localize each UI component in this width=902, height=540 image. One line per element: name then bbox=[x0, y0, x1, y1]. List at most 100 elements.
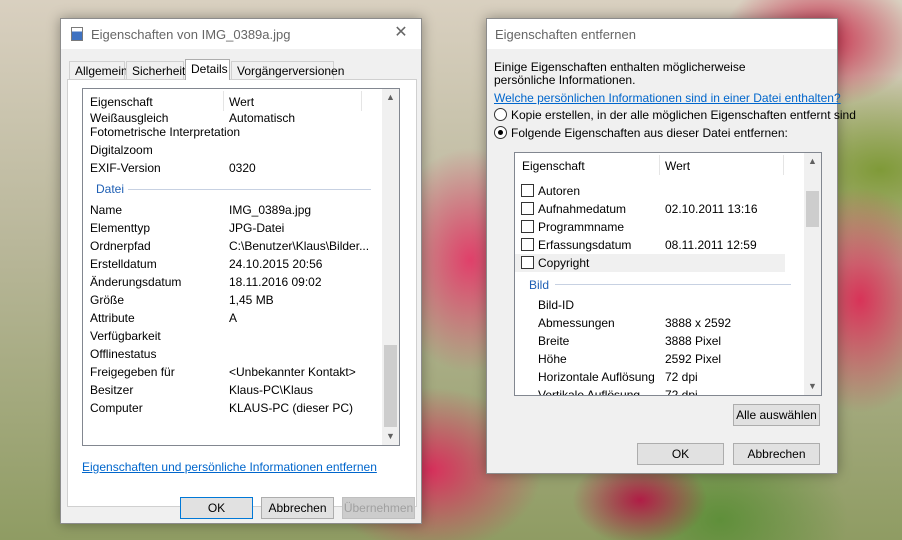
column-header-property[interactable]: Eigenschaft bbox=[522, 159, 585, 173]
list-item[interactable]: Breite 3888 Pixel bbox=[515, 332, 803, 350]
apply-button[interactable]: Übernehmen bbox=[342, 497, 415, 519]
group-divider bbox=[128, 189, 371, 190]
list-item[interactable]: Programmname bbox=[515, 218, 803, 236]
list-item[interactable]: Bild-ID bbox=[515, 296, 803, 314]
list-item[interactable]: Besitzer Klaus-PC\Klaus bbox=[83, 381, 383, 399]
list-item[interactable]: Horizontale Auflösung 72 dpi bbox=[515, 368, 803, 386]
list-item[interactable]: Abmessungen 3888 x 2592 bbox=[515, 314, 803, 332]
list-item[interactable]: Copyright bbox=[515, 254, 785, 272]
group-header-datei: Datei bbox=[96, 182, 125, 196]
property-checkbox[interactable] bbox=[521, 202, 534, 215]
property-checkbox[interactable] bbox=[521, 238, 534, 251]
scroll-down-icon[interactable]: ▼ bbox=[382, 428, 399, 445]
ok-button[interactable]: OK bbox=[180, 497, 253, 519]
list-item[interactable]: Größe 1,45 MB bbox=[83, 291, 383, 309]
scroll-thumb[interactable] bbox=[384, 345, 397, 427]
select-all-button[interactable]: Alle auswählen bbox=[733, 404, 820, 426]
property-name: Erstelldatum bbox=[90, 257, 157, 271]
personal-info-link[interactable]: Welche persönlichen Informationen sind i… bbox=[494, 91, 841, 105]
list-item[interactable]: Freigegeben für <Unbekannter Kontakt> bbox=[83, 363, 383, 381]
vertical-scrollbar[interactable]: ▲ ▼ bbox=[382, 89, 399, 445]
property-name: Digitalzoom bbox=[90, 143, 153, 157]
column-header-property[interactable]: Eigenschaft bbox=[90, 95, 153, 109]
scroll-thumb[interactable] bbox=[806, 191, 819, 227]
removable-property-list[interactable]: Eigenschaft Wert Autoren Aufnahmedatum 0… bbox=[514, 152, 822, 396]
tab-vorgaengerversionen[interactable]: Vorgängerversionen bbox=[231, 61, 344, 79]
property-value: 02.10.2011 13:16 bbox=[665, 202, 758, 216]
scroll-up-icon[interactable]: ▲ bbox=[804, 153, 821, 170]
copy-radio[interactable] bbox=[494, 108, 507, 121]
list-item[interactable]: Name IMG_0389a.jpg bbox=[83, 201, 383, 219]
list-item[interactable]: Autoren bbox=[515, 182, 803, 200]
list-item[interactable]: Aufnahmedatum 02.10.2011 13:16 bbox=[515, 200, 803, 218]
property-name: Änderungsdatum bbox=[90, 275, 182, 289]
column-header-value[interactable]: Wert bbox=[229, 95, 254, 109]
property-checkbox[interactable] bbox=[521, 256, 534, 269]
remove-properties-dialog: Eigenschaften entfernen Einige Eigenscha… bbox=[486, 18, 856, 474]
details-property-list[interactable]: Weißausgleich Automatisch Eigenschaft We… bbox=[82, 88, 400, 446]
list-item[interactable]: Verfügbarkeit bbox=[83, 327, 383, 345]
property-checkbox[interactable] bbox=[521, 220, 534, 233]
list-item[interactable]: Digitalzoom bbox=[83, 141, 383, 159]
list-item[interactable]: Erstelldatum 24.10.2015 20:56 bbox=[83, 255, 383, 273]
close-icon[interactable]: ✕ bbox=[391, 23, 411, 43]
tab-allgemein[interactable]: Allgemein bbox=[69, 61, 128, 79]
scroll-down-icon[interactable]: ▼ bbox=[804, 378, 821, 395]
tab-sicherheit[interactable]: Sicherheit bbox=[126, 61, 185, 79]
remove-properties-link[interactable]: Eigenschaften und persönliche Informatio… bbox=[82, 460, 377, 474]
property-name: EXIF-Version bbox=[90, 161, 161, 175]
property-value: 3888 x 2592 bbox=[665, 316, 732, 330]
copy-radio-label[interactable]: Kopie erstellen, in der alle möglichen E… bbox=[511, 108, 856, 122]
list-item[interactable]: Computer KLAUS-PC (dieser PC) bbox=[83, 399, 383, 417]
property-name: Abmessungen bbox=[538, 316, 615, 330]
property-name: Offlinestatus bbox=[90, 347, 157, 361]
image-file-icon bbox=[71, 27, 83, 41]
list-item[interactable]: Vertikale Auflösung 72 dpi bbox=[515, 386, 803, 395]
ok-button[interactable]: OK bbox=[637, 443, 724, 465]
properties-dialog: Eigenschaften von IMG_0389a.jpg ✕ Allgem… bbox=[60, 18, 422, 524]
property-name: Name bbox=[90, 203, 123, 217]
column-header-value[interactable]: Wert bbox=[665, 159, 690, 173]
property-name: Besitzer bbox=[90, 383, 134, 397]
property-value: IMG_0389a.jpg bbox=[229, 203, 312, 217]
scroll-up-icon[interactable]: ▲ bbox=[382, 89, 399, 106]
property-value: <Unbekannter Kontakt> bbox=[229, 365, 356, 379]
tab-details[interactable]: Details bbox=[185, 59, 230, 80]
property-name: Programmname bbox=[538, 220, 625, 234]
list-item[interactable]: Elementtyp JPG-Datei bbox=[83, 219, 383, 237]
intro-text: Einige Eigenschaften enthalten möglicher… bbox=[494, 60, 746, 87]
property-value: 18.11.2016 09:02 bbox=[229, 275, 322, 289]
list-item[interactable]: Ordnerpfad C:\Benutzer\Klaus\Bilder... bbox=[83, 237, 383, 255]
property-name: Computer bbox=[90, 401, 143, 415]
property-name: Aufnahmedatum bbox=[538, 202, 627, 216]
list-item[interactable]: Änderungsdatum 18.11.2016 09:02 bbox=[83, 273, 383, 291]
property-name: Bild-ID bbox=[538, 298, 575, 312]
property-value: 3888 Pixel bbox=[665, 334, 722, 348]
list-item[interactable]: EXIF-Version 0320 bbox=[83, 159, 383, 177]
property-value: 2592 Pixel bbox=[665, 352, 722, 366]
list-item[interactable]: Höhe 2592 Pixel bbox=[515, 350, 803, 368]
cancel-button[interactable]: Abbrechen bbox=[733, 443, 820, 465]
remove-properties-titlebar: Eigenschaften entfernen bbox=[487, 19, 837, 49]
list-item[interactable]: Fotometrische Interpretation bbox=[83, 123, 383, 141]
property-value: 24.10.2015 20:56 bbox=[229, 257, 323, 271]
list-header: Eigenschaft Wert bbox=[83, 89, 383, 113]
list-item[interactable]: Erfassungsdatum 08.11.2011 12:59 bbox=[515, 236, 803, 254]
remove-radio-label[interactable]: Folgende Eigenschaften aus dieser Datei … bbox=[511, 126, 788, 140]
properties-title: Eigenschaften von IMG_0389a.jpg bbox=[91, 27, 291, 42]
list-item[interactable]: Attribute A bbox=[83, 309, 383, 327]
vertical-scrollbar[interactable]: ▲ ▼ bbox=[804, 153, 821, 395]
group-divider bbox=[555, 284, 791, 285]
remove-radio[interactable] bbox=[494, 126, 507, 139]
property-name: Copyright bbox=[538, 256, 590, 270]
column-divider bbox=[223, 91, 224, 111]
property-name: Fotometrische Interpretation bbox=[90, 125, 241, 139]
property-value: KLAUS-PC (dieser PC) bbox=[229, 401, 354, 415]
property-name: Erfassungsdatum bbox=[538, 238, 632, 252]
list-item[interactable]: Offlinestatus bbox=[83, 345, 383, 363]
cancel-button[interactable]: Abbrechen bbox=[261, 497, 334, 519]
list-header: Eigenschaft Wert bbox=[515, 153, 803, 177]
property-value: C:\Benutzer\Klaus\Bilder... bbox=[229, 239, 370, 253]
property-name: Ordnerpfad bbox=[90, 239, 151, 253]
property-checkbox[interactable] bbox=[521, 184, 534, 197]
